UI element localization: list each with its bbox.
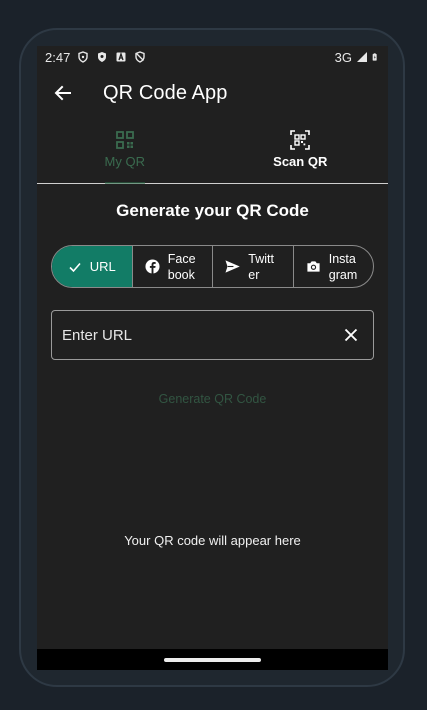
close-icon bbox=[344, 328, 358, 342]
app-bar: QR Code App bbox=[37, 68, 388, 118]
tab-my-qr[interactable]: My QR bbox=[37, 124, 213, 184]
segment-url-label: URL bbox=[89, 258, 116, 274]
network-type: 3G bbox=[334, 49, 352, 65]
send-icon bbox=[225, 260, 241, 273]
tab-bar: My QR Scan QR bbox=[37, 124, 388, 184]
facebook-icon bbox=[145, 259, 160, 274]
url-input[interactable] bbox=[62, 326, 329, 344]
a-badge-icon bbox=[116, 51, 126, 62]
camera-icon bbox=[307, 261, 320, 272]
qr-placeholder-message: Your QR code will appear here bbox=[124, 533, 301, 548]
segment-facebook-label: Face book bbox=[167, 251, 196, 282]
system-nav-bar bbox=[37, 649, 388, 670]
status-time: 2:47 bbox=[45, 49, 71, 65]
tab-indicator bbox=[105, 182, 145, 184]
status-bar: 2:47 3G bbox=[37, 46, 388, 68]
app-title: QR Code App bbox=[103, 81, 228, 104]
arrow-back-icon bbox=[54, 85, 71, 101]
tab-my-qr-label: My QR bbox=[104, 154, 145, 169]
back-button[interactable] bbox=[39, 69, 87, 117]
shield-filled-icon bbox=[98, 52, 107, 62]
generate-qr-button[interactable]: Generate QR Code bbox=[137, 388, 288, 410]
content-type-selector: URL Face book Twitt er Insta gram bbox=[51, 245, 374, 288]
tab-scan-qr[interactable]: Scan QR bbox=[213, 124, 389, 183]
phone-screen: 2:47 3G QR Code App My QR Scan QR Genera… bbox=[37, 46, 388, 670]
battery-charging-icon bbox=[372, 53, 377, 61]
segment-twitter[interactable]: Twitt er bbox=[212, 246, 293, 287]
segment-instagram-label: Insta gram bbox=[328, 251, 358, 282]
url-field bbox=[51, 310, 374, 360]
qr-scan-icon bbox=[290, 130, 311, 150]
tab-scan-qr-label: Scan QR bbox=[273, 154, 328, 169]
signal-icon bbox=[357, 52, 367, 62]
page-heading: Generate your QR Code bbox=[116, 201, 309, 220]
clear-button[interactable] bbox=[329, 311, 373, 359]
segment-twitter-label: Twitt er bbox=[248, 251, 274, 282]
segment-facebook[interactable]: Face book bbox=[131, 246, 213, 287]
home-indicator[interactable] bbox=[164, 658, 261, 662]
segment-url[interactable]: URL bbox=[52, 246, 132, 287]
check-icon bbox=[69, 262, 81, 272]
shield-slash-icon bbox=[135, 51, 146, 63]
segment-instagram[interactable]: Insta gram bbox=[292, 246, 374, 287]
shield-outline-icon bbox=[78, 51, 89, 63]
qr-code-icon bbox=[115, 131, 134, 149]
